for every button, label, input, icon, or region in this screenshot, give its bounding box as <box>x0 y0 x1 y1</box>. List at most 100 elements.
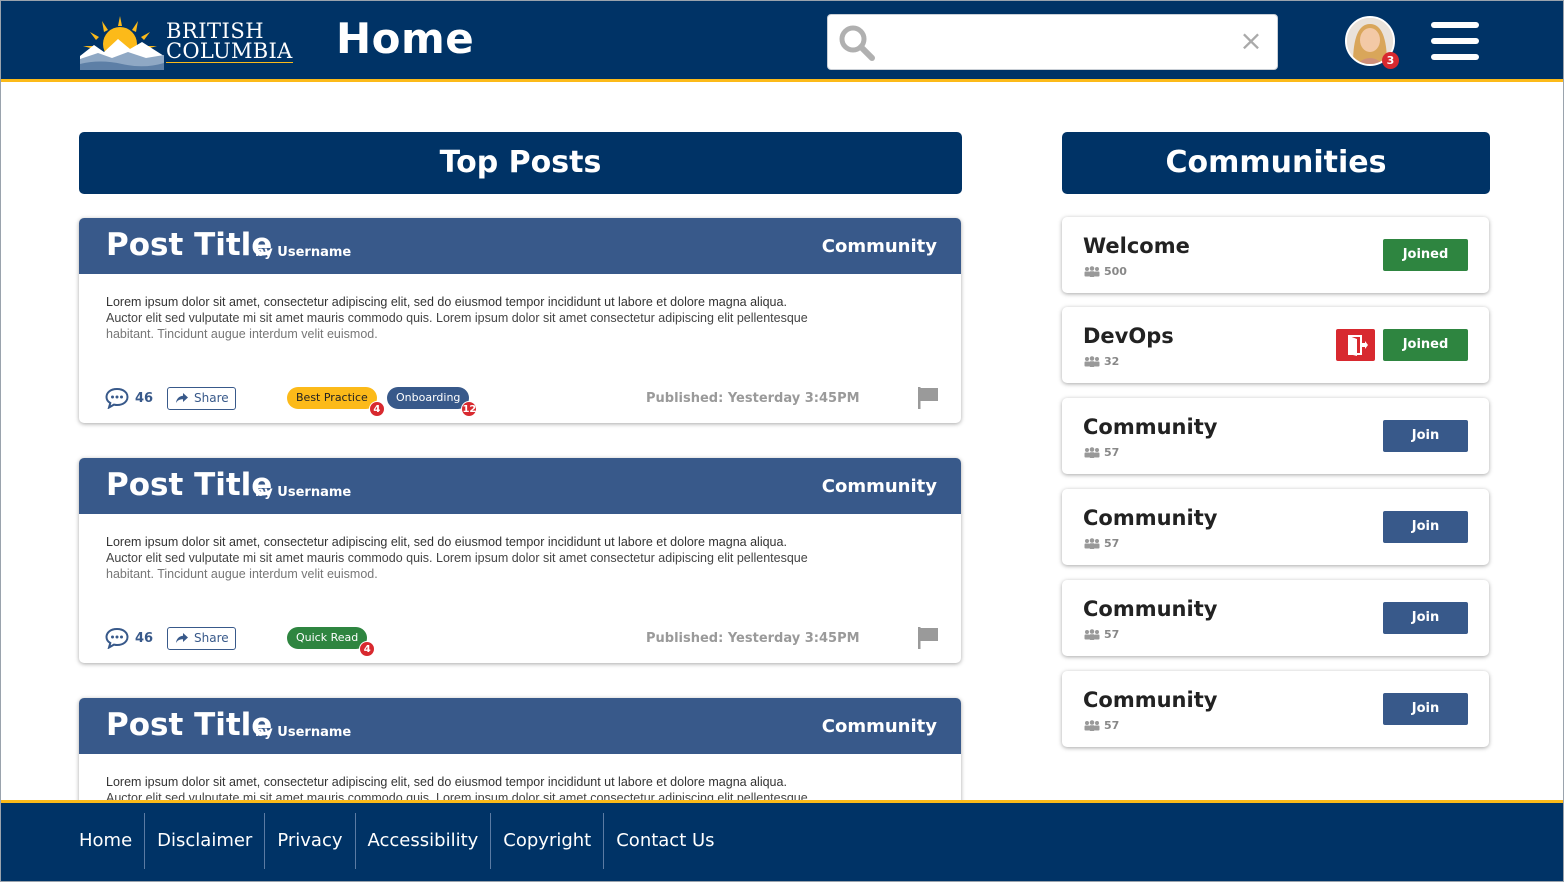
community-card[interactable]: Community 57 Join <box>1062 398 1489 474</box>
join-button[interactable]: Join <box>1383 693 1468 725</box>
community-name[interactable]: Community <box>1083 506 1217 530</box>
share-label: Share <box>194 631 229 645</box>
post-title[interactable]: Post Title <box>106 467 272 503</box>
member-count: 57 <box>1083 719 1119 732</box>
member-count-value: 32 <box>1104 355 1120 368</box>
community-name[interactable]: Community <box>1083 415 1217 439</box>
post-excerpt: Lorem ipsum dolor sit amet, consectetur … <box>106 534 906 582</box>
member-count: 32 <box>1083 355 1119 368</box>
member-count-value: 500 <box>1104 265 1127 278</box>
post-community-link[interactable]: Community <box>822 476 937 497</box>
posts-list: Post Title by Username Community Lorem i… <box>70 210 970 800</box>
post-card: Post Title by Username Community Lorem i… <box>79 458 961 663</box>
member-count: 500 <box>1083 265 1127 278</box>
members-icon <box>1084 447 1100 458</box>
bc-logo-wordmark: British Columbia <box>166 21 293 63</box>
footer-link-accessibility[interactable]: Accessibility <box>354 813 491 869</box>
post-community-link[interactable]: Community <box>822 716 937 737</box>
post-excerpt-line: Auctor elit sed vulputate mi sit amet ma… <box>106 311 808 325</box>
share-button[interactable]: Share <box>167 387 236 410</box>
member-count-value: 57 <box>1104 537 1120 550</box>
comment-icon[interactable] <box>105 387 129 409</box>
tag-quick-read[interactable]: Quick Read 4 <box>287 627 376 657</box>
footer-link-privacy[interactable]: Privacy <box>264 813 354 869</box>
community-name[interactable]: Community <box>1083 688 1217 712</box>
tag-count-badge: 12 <box>461 401 478 417</box>
footer-link-contact-us[interactable]: Contact Us <box>603 813 726 869</box>
flag-icon[interactable] <box>917 386 939 410</box>
post-title[interactable]: Post Title <box>106 227 272 263</box>
post-header: Post Title by Username Community <box>79 698 961 754</box>
search-icon[interactable] <box>838 24 876 62</box>
logo-line-2: Columbia <box>166 39 293 63</box>
post-card: Post Title by Username Community Lorem i… <box>79 698 961 800</box>
flag-icon[interactable] <box>917 626 939 650</box>
joined-button[interactable]: Joined <box>1383 329 1468 361</box>
members-icon <box>1084 538 1100 549</box>
footer-link-home[interactable]: Home <box>67 813 144 869</box>
post-excerpt-line: Auctor elit sed vulputate mi sit amet ma… <box>106 551 808 565</box>
post-header: Post Title by Username Community <box>79 218 961 274</box>
top-header: British Columbia Home × 3 <box>0 0 1564 82</box>
community-card[interactable]: Community 57 Join <box>1062 671 1489 747</box>
footer-link-disclaimer[interactable]: Disclaimer <box>144 813 264 869</box>
post-excerpt-line: habitant. Tincidunt augue interdum velit… <box>106 327 378 341</box>
comment-count: 46 <box>135 391 154 406</box>
search-box: × <box>827 14 1278 70</box>
published-date: Published: Yesterday 3:45PM <box>646 631 860 646</box>
communities-heading: Communities <box>1062 132 1490 194</box>
logo-line-1: British <box>166 19 265 43</box>
post-author[interactable]: by Username <box>255 245 351 260</box>
exit-door-icon <box>1348 335 1368 356</box>
joined-button[interactable]: Joined <box>1383 239 1468 271</box>
share-label: Share <box>194 391 229 405</box>
hamburger-menu-icon[interactable] <box>1431 22 1479 62</box>
community-name[interactable]: Community <box>1083 597 1217 621</box>
post-excerpt-line: Lorem ipsum dolor sit amet, consectetur … <box>106 535 787 549</box>
bc-sun-mountains-icon <box>80 16 164 70</box>
tag-onboarding[interactable]: Onboarding 12 <box>387 387 478 417</box>
tag-label: Best Practice <box>296 391 368 404</box>
published-date: Published: Yesterday 3:45PM <box>646 391 860 406</box>
search-input[interactable] <box>886 23 1226 63</box>
notification-badge: 3 <box>1382 52 1399 69</box>
leave-community-button[interactable] <box>1336 329 1375 361</box>
page-title: Home <box>336 14 475 63</box>
share-button[interactable]: Share <box>167 627 236 650</box>
community-card[interactable]: DevOps 32 Joined <box>1062 307 1489 383</box>
member-count: 57 <box>1083 446 1119 459</box>
footer-nav: Home Disclaimer Privacy Accessibility Co… <box>67 813 727 869</box>
community-card[interactable]: Community 57 Join <box>1062 489 1489 565</box>
join-button[interactable]: Join <box>1383 420 1468 452</box>
share-icon <box>176 393 188 403</box>
post-header: Post Title by Username Community <box>79 458 961 514</box>
footer-link-copyright[interactable]: Copyright <box>490 813 603 869</box>
post-excerpt: Lorem ipsum dolor sit amet, consectetur … <box>106 294 906 342</box>
comment-count: 46 <box>135 631 154 646</box>
join-button[interactable]: Join <box>1383 511 1468 543</box>
post-card: Post Title by Username Community Lorem i… <box>79 218 961 423</box>
post-excerpt-line: Lorem ipsum dolor sit amet, consectetur … <box>106 775 787 789</box>
post-footer: 46 Share Best Practice 4 Onboarding 12 P… <box>79 386 961 417</box>
join-button[interactable]: Join <box>1383 602 1468 634</box>
post-excerpt-line: Auctor elit sed vulputate mi sit amet ma… <box>106 791 808 800</box>
post-author[interactable]: by Username <box>255 725 351 740</box>
member-count-value: 57 <box>1104 628 1120 641</box>
post-author[interactable]: by Username <box>255 485 351 500</box>
close-icon[interactable]: × <box>1239 27 1263 55</box>
post-excerpt-line: Lorem ipsum dolor sit amet, consectetur … <box>106 295 787 309</box>
community-card[interactable]: Community 57 Join <box>1062 580 1489 656</box>
community-name[interactable]: Welcome <box>1083 234 1190 258</box>
community-name[interactable]: DevOps <box>1083 324 1174 348</box>
post-community-link[interactable]: Community <box>822 236 937 257</box>
comment-icon[interactable] <box>105 627 129 649</box>
community-card[interactable]: Welcome 500 Joined <box>1062 217 1489 293</box>
post-excerpt-line: habitant. Tincidunt augue interdum velit… <box>106 567 378 581</box>
bc-logo[interactable]: British Columbia <box>80 12 293 70</box>
member-count-value: 57 <box>1104 719 1120 732</box>
member-count: 57 <box>1083 628 1119 641</box>
tag-best-practice[interactable]: Best Practice 4 <box>287 387 385 417</box>
share-icon <box>176 633 188 643</box>
post-title[interactable]: Post Title <box>106 707 272 743</box>
members-icon <box>1084 629 1100 640</box>
